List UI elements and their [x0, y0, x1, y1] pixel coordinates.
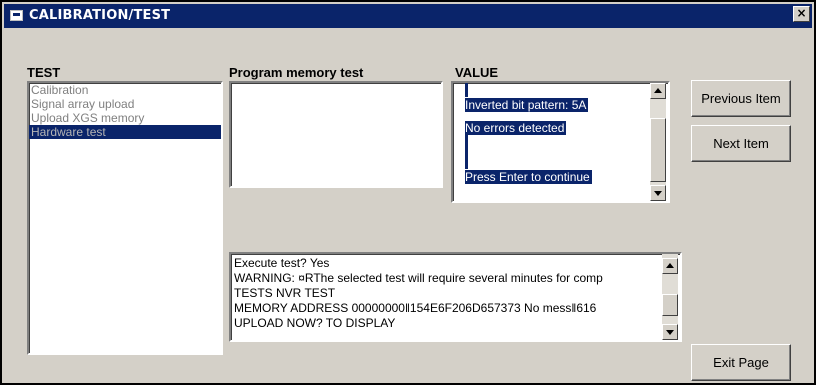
value-box[interactable]: Inverted bit pattern: 5A No errors detec…	[451, 81, 670, 203]
next-item-button[interactable]: Next Item	[691, 125, 791, 162]
test-item-upload-xgs-memory[interactable]: Upload XGS memory	[29, 111, 221, 125]
log-line: UPLOAD NOW? TO DISPLAY	[234, 316, 396, 330]
previous-item-button[interactable]: Previous Item	[691, 80, 791, 117]
close-icon: ×	[796, 6, 807, 20]
value-selection-mark	[465, 83, 468, 97]
test-item-calibration[interactable]: Calibration	[29, 83, 221, 97]
log-scrollbar[interactable]	[662, 254, 678, 340]
value-label: VALUE	[455, 65, 499, 80]
value-line-bit-pattern: Inverted bit pattern: 5A	[465, 98, 589, 112]
calibration-test-window: CALIBRATION/TEST × TEST Calibration Sign…	[0, 0, 816, 385]
window-icon	[10, 10, 23, 21]
title-bar: CALIBRATION/TEST	[4, 4, 812, 28]
log-line: TESTS NVR TEST	[234, 286, 336, 300]
log-line: WARNING: ¤RThe selected test will requir…	[234, 271, 603, 285]
scroll-down-icon[interactable]	[650, 185, 666, 201]
window-title: CALIBRATION/TEST	[29, 8, 171, 23]
scroll-thumb[interactable]	[650, 118, 666, 182]
test-label: TEST	[27, 65, 61, 80]
scroll-down-icon[interactable]	[662, 324, 678, 340]
log-line: MEMORY ADDRESS 00000000‖154E6F206D657373…	[234, 301, 597, 315]
test-listbox[interactable]: Calibration Signal array upload Upload X…	[27, 81, 223, 355]
test-item-hardware-test[interactable]: Hardware test	[29, 125, 221, 139]
log-box[interactable]: Execute test? Yes WARNING: ¤RThe selecte…	[229, 252, 682, 342]
close-button[interactable]: ×	[793, 6, 810, 22]
program-memory-box	[229, 81, 443, 188]
value-scrollbar[interactable]	[650, 83, 666, 201]
value-line-no-errors: No errors detected	[465, 121, 567, 135]
value-selection-mark	[465, 135, 468, 169]
value-line-press-enter: Press Enter to continue	[465, 170, 592, 184]
program-memory-label: Program memory test	[229, 65, 364, 80]
scroll-thumb[interactable]	[662, 294, 678, 316]
scroll-up-icon[interactable]	[650, 83, 666, 99]
log-line: Execute test? Yes	[234, 256, 330, 270]
test-item-signal-array-upload[interactable]: Signal array upload	[29, 97, 221, 111]
scroll-up-icon[interactable]	[662, 258, 678, 274]
exit-page-button[interactable]: Exit Page	[691, 344, 791, 381]
